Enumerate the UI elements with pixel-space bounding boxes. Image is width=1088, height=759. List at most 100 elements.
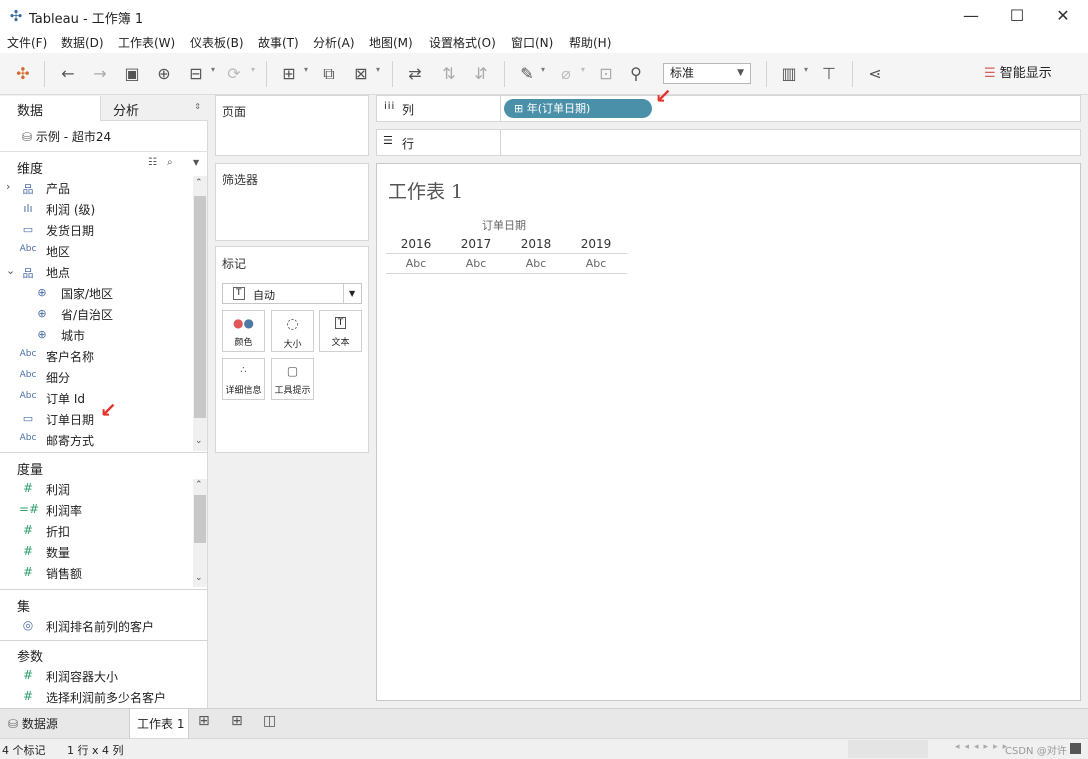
measure-field[interactable]: # 数量	[0, 542, 192, 563]
presentation-mode-icon[interactable]: ⊤	[818, 63, 840, 85]
measure-field[interactable]: # 销售额	[0, 563, 192, 584]
redo-icon[interactable]: →	[89, 63, 111, 85]
measures-scrollbar[interactable]: ⌃ ⌄	[193, 479, 207, 587]
expand-toggle-icon[interactable]: ›	[6, 180, 10, 193]
year-header[interactable]: 2019	[566, 237, 626, 251]
new-dashboard-tab-icon[interactable]: ⊞	[231, 713, 243, 729]
save-icon[interactable]: ▣	[121, 63, 143, 85]
year-order-date-pill[interactable]: ⊞ 年(订单日期)	[504, 99, 652, 118]
group-members-icon[interactable]: ⌀	[555, 63, 577, 85]
show-mark-labels-icon[interactable]: ⊡	[595, 63, 617, 85]
menu-map[interactable]: 地图(M)	[369, 34, 413, 51]
tab-worksheet-1[interactable]: 工作表 1	[129, 709, 189, 738]
worksheet-view[interactable]: 工作表 1 订单日期 2016 2017 2018 2019 Abc Abc Abc Abc	[376, 163, 1081, 701]
scroll-down-icon[interactable]: ⌄	[195, 573, 203, 583]
clear-sheet-icon[interactable]: ⊠	[350, 63, 372, 85]
dimension-field[interactable]: ⌄ 品地点	[0, 262, 192, 283]
show-cards-icon[interactable]: ▥	[778, 63, 800, 85]
table-cell[interactable]: Abc	[386, 257, 446, 270]
dimension-field[interactable]: Abc 客户名称	[0, 346, 192, 367]
size-button[interactable]: ◌ 大小	[271, 310, 314, 352]
dimensions-scroll-thumb[interactable]	[194, 196, 206, 418]
minimize-button[interactable]: —	[948, 0, 994, 31]
menu-help[interactable]: 帮助(H)	[569, 34, 611, 51]
share-icon[interactable]: ⋖	[864, 63, 886, 85]
menu-dashboard[interactable]: 仪表板(B)	[190, 34, 244, 51]
dimension-field[interactable]: ⊕ 城市	[0, 325, 192, 346]
detail-button[interactable]: ∴ 详细信息	[222, 358, 265, 400]
tableau-home-icon[interactable]: ✣	[12, 63, 34, 85]
sort-ascending-icon[interactable]: ⇅	[438, 63, 460, 85]
sort-descending-icon[interactable]: ⇵	[470, 63, 492, 85]
datasource-item[interactable]: ⛁ 示例 - 超市24	[22, 128, 111, 145]
menu-format[interactable]: 设置格式(O)	[429, 34, 496, 51]
menu-story[interactable]: 故事(T)	[258, 34, 299, 51]
scroll-up-icon[interactable]: ⌃	[195, 480, 203, 490]
new-datasource-icon[interactable]: ⊕	[153, 63, 175, 85]
measures-scroll-thumb[interactable]	[194, 495, 206, 543]
parameter-field[interactable]: # 利润容器大小	[0, 666, 200, 687]
fix-axes-icon[interactable]: ⚲	[625, 63, 647, 85]
swap-rows-columns-icon[interactable]: ⇄	[404, 63, 426, 85]
clear-sheet-dropdown-icon[interactable]: ▾	[376, 65, 380, 74]
dimensions-scrollbar[interactable]: ⌃ ⌄	[193, 176, 207, 451]
rows-shelf[interactable]: ☰ 行	[376, 129, 1081, 156]
scroll-down-icon[interactable]: ⌄	[195, 436, 203, 446]
highlight-dropdown-icon[interactable]: ▾	[541, 65, 545, 74]
sheet-nav-arrows-icon[interactable]: ◂◂◂▸▸▸	[955, 742, 1012, 752]
undo-icon[interactable]: ←	[57, 63, 79, 85]
parameter-field[interactable]: # 选择利润前多少名客户	[0, 687, 200, 708]
dimension-field[interactable]: Abc 邮寄方式	[0, 430, 192, 451]
tab-data[interactable]: 数据	[0, 96, 100, 121]
refresh-dropdown-icon[interactable]: ▾	[251, 65, 255, 74]
datasource-tab[interactable]: ⛁ 数据源	[0, 709, 129, 738]
close-button[interactable]: ✕	[1040, 0, 1086, 31]
duplicate-sheet-icon[interactable]: ⧉	[318, 63, 340, 85]
pages-shelf[interactable]: 页面	[215, 95, 369, 156]
tooltip-button[interactable]: ▢ 工具提示	[271, 358, 314, 400]
highlight-icon[interactable]: ✎	[516, 63, 538, 85]
show-cards-dropdown-icon[interactable]: ▾	[804, 65, 808, 74]
set-field[interactable]: ◎ 利润排名前列的客户	[0, 616, 200, 637]
columns-shelf[interactable]: iii 列 ⊞ 年(订单日期)	[376, 95, 1081, 122]
dimensions-menu-icon[interactable]: ▼	[193, 158, 199, 167]
new-story-tab-icon[interactable]: ◫	[263, 713, 276, 729]
menu-worksheet[interactable]: 工作表(W)	[118, 34, 175, 51]
scroll-up-icon[interactable]: ⌃	[195, 178, 203, 188]
menu-analysis[interactable]: 分析(A)	[313, 34, 355, 51]
menu-data[interactable]: 数据(D)	[61, 34, 104, 51]
search-icon[interactable]: ⌕	[167, 157, 173, 168]
menu-file[interactable]: 文件(F)	[7, 34, 47, 51]
color-button[interactable]: ●● 颜色	[222, 310, 265, 352]
table-cell[interactable]: Abc	[566, 257, 626, 270]
measure-field[interactable]: # 利润	[0, 479, 192, 500]
menu-window[interactable]: 窗口(N)	[511, 34, 553, 51]
dimension-field[interactable]: ılı 利润 (级)	[0, 199, 192, 220]
view-list-icon[interactable]: ☷	[148, 157, 157, 168]
measure-field[interactable]: =# 利润率	[0, 500, 192, 521]
text-button[interactable]: T 文本	[319, 310, 362, 352]
dimension-field[interactable]: ▭ 订单日期	[0, 409, 192, 430]
dimension-field[interactable]: Abc 细分	[0, 367, 192, 388]
dimension-field[interactable]: Abc 订单 Id	[0, 388, 192, 409]
dimension-field[interactable]: ▭ 发货日期	[0, 220, 192, 241]
measure-field[interactable]: # 折扣	[0, 521, 192, 542]
new-worksheet-tab-icon[interactable]: ⊞	[198, 713, 210, 729]
pause-updates-icon[interactable]: ⊟	[185, 63, 207, 85]
year-header[interactable]: 2016	[386, 237, 446, 251]
fit-select[interactable]: 标准 ▼	[663, 63, 751, 84]
table-cell[interactable]: Abc	[446, 257, 506, 270]
year-header[interactable]: 2017	[446, 237, 506, 251]
dimension-field[interactable]: › 品产品	[0, 178, 192, 199]
show-me-button[interactable]: ☰ 智能显示	[984, 63, 1052, 85]
tab-analysis[interactable]: 分析 ⇕	[100, 96, 208, 121]
dimension-field[interactable]: Abc 地区	[0, 241, 192, 262]
refresh-icon[interactable]: ⟳	[223, 63, 245, 85]
pause-dropdown-icon[interactable]: ▾	[211, 65, 215, 74]
filters-shelf[interactable]: 筛选器	[215, 163, 369, 241]
table-cell[interactable]: Abc	[506, 257, 566, 270]
dimension-field[interactable]: ⊕ 省/自治区	[0, 304, 192, 325]
year-header[interactable]: 2018	[506, 237, 566, 251]
maximize-button[interactable]: ☐	[994, 0, 1040, 31]
mark-type-select[interactable]: T 自动 ▼	[222, 283, 362, 304]
